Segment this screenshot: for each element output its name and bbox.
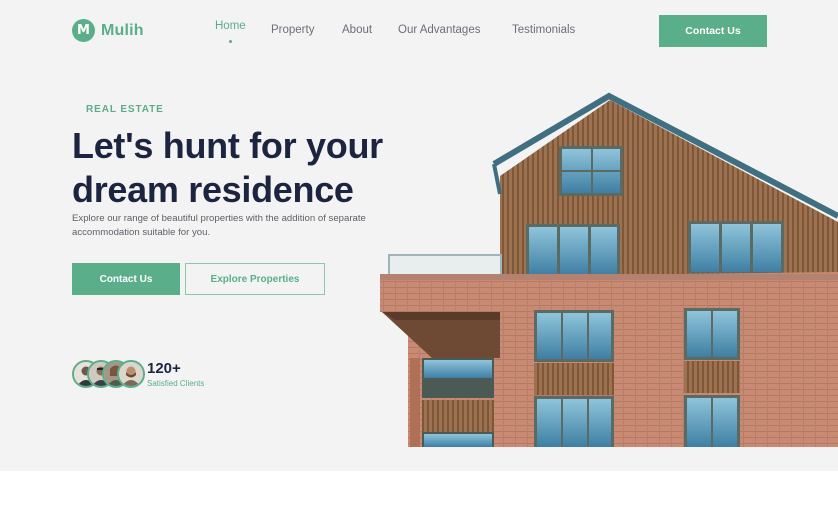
hero-description: Explore our range of beautiful propertie… [72,213,366,238]
eyebrow-label: REAL ESTATE [86,104,164,115]
nav-item-property[interactable]: Property [271,24,314,36]
explore-properties-button[interactable]: Explore Properties [185,263,325,295]
clients-count: 120+ [147,360,181,377]
building-image [380,92,838,447]
logo[interactable]: M Mulih [72,19,144,42]
nav-item-label: Home [215,20,246,32]
header-contact-button[interactable]: Contact Us [659,15,767,47]
active-indicator-dot [228,40,232,43]
nav-item-home[interactable]: Home [215,20,246,43]
clients-label: Satisfied Clients [147,379,205,388]
hero-section: M Mulih Home Property About Our Advantag… [0,0,838,471]
contact-us-button[interactable]: Contact Us [72,263,180,295]
nav-item-testimonials[interactable]: Testimonials [512,24,575,36]
brand-name: Mulih [101,21,144,39]
logo-icon: M [72,19,95,42]
nav-item-about[interactable]: About [342,24,372,36]
client-avatars [72,360,152,388]
avatar [117,360,145,388]
nav-item-our-advantages[interactable]: Our Advantages [398,24,480,36]
